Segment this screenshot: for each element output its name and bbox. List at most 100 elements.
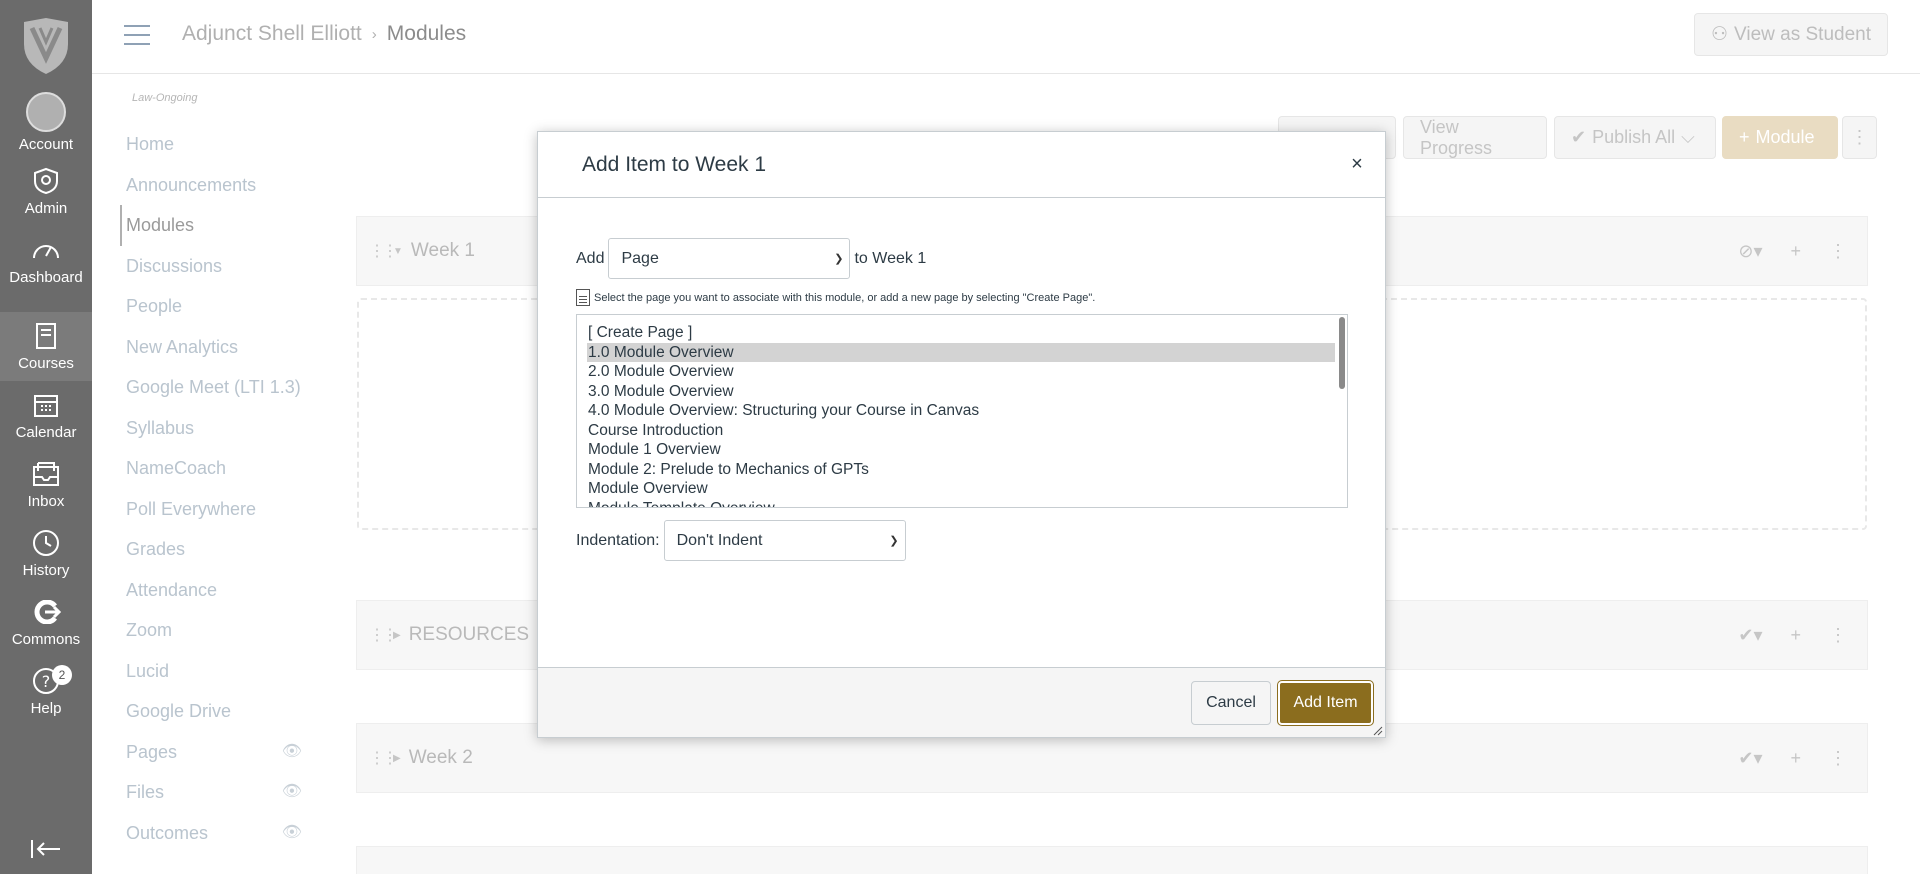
help-badge: 2 [52, 665, 72, 685]
indentation-select[interactable]: Don't Indent ❯ [663, 520, 906, 561]
drag-handle-icon[interactable]: ⋮⋮ [369, 748, 398, 768]
more-options-icon[interactable]: ⋮ [1829, 748, 1847, 769]
to-module-label: to Week 1 [854, 249, 927, 267]
eye-hidden-icon: 👁 [281, 823, 302, 841]
list-item[interactable]: Course Introduction [587, 421, 1335, 441]
course-nav-outcomes[interactable]: Outcomes 👁 [120, 813, 310, 854]
drag-handle-icon[interactable]: ⋮⋮ [369, 241, 398, 261]
item-type-select[interactable]: Page ❯ [608, 238, 851, 279]
collapse-nav-icon[interactable] [30, 838, 62, 860]
more-options-icon[interactable]: ⋮ [1842, 116, 1877, 159]
caret-right-icon[interactable]: ▶ [393, 630, 401, 641]
global-nav-commons[interactable]: Commons [0, 588, 92, 657]
module-title: Week 1 [410, 240, 475, 261]
add-label: Add [576, 249, 605, 267]
add-item-dialog: Add Item to Week 1 × Add Page ❯ to Week … [537, 131, 1386, 738]
list-item[interactable]: 4.0 Module Overview: Structuring your Co… [587, 401, 1335, 421]
breadcrumb-current: Modules [386, 22, 467, 45]
resize-handle-icon[interactable] [1371, 723, 1383, 736]
list-item[interactable]: [ Create Page ] [587, 323, 1335, 343]
more-options-icon[interactable]: ⋮ [1829, 625, 1847, 646]
plus-icon[interactable]: + [1790, 241, 1801, 262]
unpublished-icon[interactable]: ⊘▾ [1738, 241, 1762, 262]
course-nav-new-analytics[interactable]: New Analytics [120, 327, 310, 368]
course-nav-people[interactable]: People [120, 286, 310, 327]
course-nav-files[interactable]: Files 👁 [120, 772, 310, 813]
list-item[interactable]: Module 1 Overview [587, 440, 1335, 460]
avatar-icon [26, 92, 66, 132]
course-nav-google-meet[interactable]: Google Meet (LTI 1.3) [120, 367, 310, 408]
global-nav-calendar[interactable]: Calendar [0, 381, 92, 450]
course-nav-lucid[interactable]: Lucid [120, 651, 310, 692]
add-item-button[interactable]: Add Item [1277, 680, 1374, 726]
list-item[interactable]: 2.0 Module Overview [587, 362, 1335, 382]
plus-icon[interactable]: + [1790, 748, 1801, 769]
view-as-student-button[interactable]: ⚇ View as Student [1693, 13, 1888, 56]
calendar-icon [31, 390, 61, 420]
list-item[interactable]: Module Overview [587, 479, 1335, 499]
scrollbar-thumb[interactable] [1339, 317, 1345, 389]
page-listbox[interactable]: [ Create Page ] 1.0 Module Overview 2.0 … [576, 314, 1348, 508]
global-nav: Account Admin Dashboard Courses Calendar… [0, 0, 92, 874]
global-nav-courses[interactable]: Courses [0, 312, 92, 381]
course-nav-modules[interactable]: Modules [120, 205, 310, 246]
global-nav-inbox[interactable]: Inbox [0, 450, 92, 519]
list-item[interactable]: Module Template Overview [587, 499, 1335, 508]
drag-handle-icon[interactable]: ⋮⋮ [369, 625, 398, 645]
global-nav-label: Help [30, 700, 62, 717]
module-header-week-3[interactable]: ⋮⋮ [356, 846, 1868, 874]
course-nav-grades[interactable]: Grades [120, 529, 310, 570]
add-module-button[interactable]: + Module [1722, 116, 1838, 159]
chevron-down-icon: ❯ [889, 535, 899, 547]
course-nav-pages[interactable]: Pages 👁 [120, 732, 310, 773]
global-nav-admin[interactable]: Admin [0, 157, 92, 226]
breadcrumb-separator: › [371, 25, 377, 43]
view-progress-button[interactable]: View Progress [1403, 116, 1547, 159]
chevron-down-icon: ⌵ [1681, 127, 1695, 147]
course-nav: Law-Ongoing Home Announcements Modules D… [120, 92, 310, 853]
global-nav-history[interactable]: History [0, 519, 92, 588]
course-nav-discussions[interactable]: Discussions [120, 246, 310, 287]
eye-hidden-icon: 👁 [281, 742, 302, 760]
global-nav-dashboard[interactable]: Dashboard [0, 226, 92, 295]
list-item-selected[interactable]: 1.0 Module Overview [587, 342, 1335, 362]
list-item[interactable]: 3.0 Module Overview [587, 382, 1335, 402]
global-nav-account[interactable]: Account [0, 88, 92, 157]
course-nav-namecoach[interactable]: NameCoach [120, 448, 310, 489]
chevron-down-icon: ❯ [834, 253, 844, 265]
list-item[interactable]: Module 2: Prelude to Mechanics of GPTs [587, 460, 1335, 480]
published-check-icon[interactable]: ✔▾ [1738, 625, 1762, 646]
caret-down-icon[interactable]: ▼ [393, 246, 403, 257]
listbox-scrollbar[interactable] [1338, 317, 1346, 507]
indentation-row: Indentation: Don't Indent ❯ [576, 520, 1347, 561]
course-nav-poll-everywhere[interactable]: Poll Everywhere [120, 489, 310, 530]
institution-logo-icon[interactable] [18, 16, 74, 76]
course-nav-attendance[interactable]: Attendance [120, 570, 310, 611]
course-term: Law-Ongoing [132, 92, 198, 104]
global-nav-label: Dashboard [9, 269, 83, 286]
view-as-student-label: View as Student [1734, 23, 1871, 45]
course-nav-zoom[interactable]: Zoom [120, 610, 310, 651]
module-actions: ⊘▾ + ⋮ [1738, 241, 1847, 262]
cancel-button[interactable]: Cancel [1191, 681, 1271, 725]
published-check-icon[interactable]: ✔▾ [1738, 748, 1762, 769]
course-nav-announcements[interactable]: Announcements [120, 165, 310, 206]
global-nav-help[interactable]: ? 2 Help [0, 657, 92, 726]
inbox-icon [31, 459, 61, 489]
breadcrumb-course[interactable]: Adjunct Shell Elliott [182, 22, 362, 46]
caret-right-icon[interactable]: ▶ [393, 753, 401, 764]
course-nav-home[interactable]: Home [120, 124, 310, 165]
add-type-row: Add Page ❯ to Week 1 [576, 238, 1347, 279]
publish-all-label: Publish All [1592, 127, 1676, 147]
module-actions: ✔▾ + ⋮ [1738, 748, 1847, 769]
course-nav-google-drive[interactable]: Google Drive [120, 691, 310, 732]
module-title: Week 2 [408, 747, 473, 768]
module-actions: ✔▾ + ⋮ [1738, 625, 1847, 646]
course-nav-syllabus[interactable]: Syllabus [120, 408, 310, 449]
publish-all-button[interactable]: ✔ Publish All ⌵ [1554, 116, 1716, 159]
global-nav-label: Courses [18, 355, 74, 372]
more-options-icon[interactable]: ⋮ [1829, 241, 1847, 262]
hamburger-menu-icon[interactable] [124, 25, 150, 45]
close-icon[interactable]: × [1347, 154, 1367, 174]
plus-icon[interactable]: + [1790, 625, 1801, 646]
